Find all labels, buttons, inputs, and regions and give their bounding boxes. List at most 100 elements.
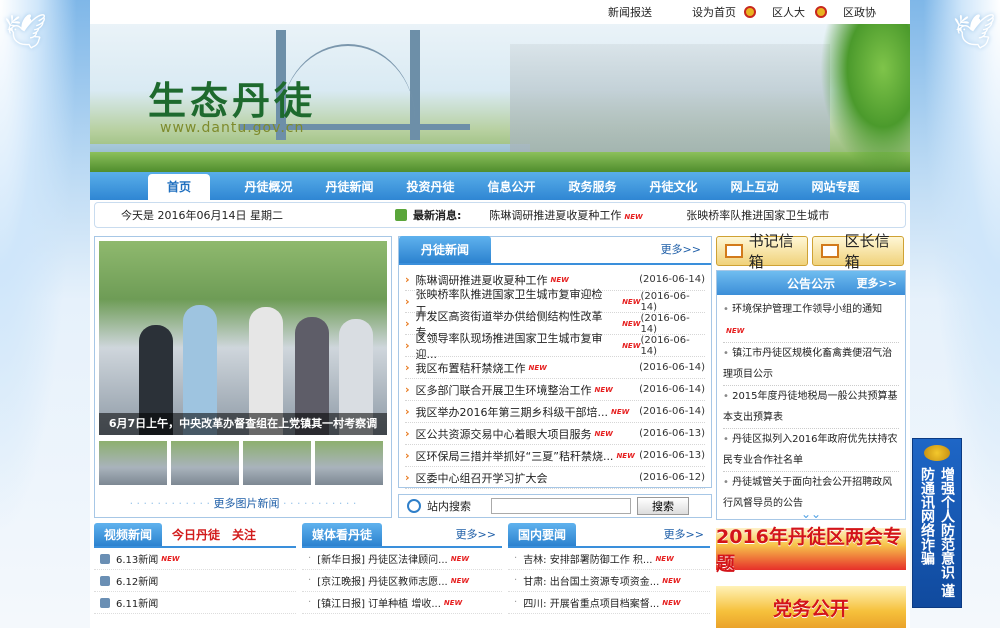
link-cppcc[interactable]: 区政协 xyxy=(843,4,876,20)
media-row[interactable]: · [京江晚报] 丹徒区教师志愿... NEW xyxy=(302,570,502,592)
notice-item[interactable]: 丹徒城管关于面向社会公开招聘政风行风督导员的公告 xyxy=(723,472,899,509)
site-logo-title[interactable]: 生态丹徒 xyxy=(148,70,316,125)
notice-item[interactable]: 环境保护管理工作领导小组的通知 NEW xyxy=(723,299,899,343)
mayor-mailbox-label[interactable]: 区长信箱 xyxy=(845,230,903,272)
link-set-homepage[interactable]: 设为首页 xyxy=(692,4,736,20)
news-title-text[interactable]: 我区举办2016年第三期乡科级干部培... xyxy=(416,404,608,420)
video-icon xyxy=(100,553,110,564)
photo-thumbnail[interactable] xyxy=(315,441,383,485)
main-nav: 首页 丹徒概况 丹徒新闻 投资丹徒 信息公开 政务服务 丹徒文化 网上互动 网站… xyxy=(90,172,910,200)
site-url: www.dantu.gov.cn xyxy=(160,120,305,136)
video-row[interactable]: 6.13新闻 NEW xyxy=(94,548,296,570)
nav-info-public[interactable]: 信息公开 xyxy=(471,174,552,200)
news-marquee: 陈琳调研推进夏收夏种工作 NEW 张映桥率队推进国家卫生城市 xyxy=(489,207,849,223)
news-title-text[interactable]: 区多部门联合开展卫生环境整治工作 xyxy=(416,382,592,398)
photo-thumbnail[interactable] xyxy=(99,441,167,485)
domestic-row[interactable]: · 四川: 开展省重点项目档案督... NEW xyxy=(508,592,710,614)
party-affairs-banner[interactable]: 党务公开 xyxy=(716,586,906,628)
news-title-text[interactable]: 区环保局三措并举抓好“三夏”秸秆禁烧... xyxy=(416,448,614,464)
new-badge: NEW xyxy=(622,319,641,328)
nav-culture[interactable]: 丹徒文化 xyxy=(633,174,714,200)
domestic-more-link[interactable]: 更多>> xyxy=(658,526,710,546)
nav-services[interactable]: 政务服务 xyxy=(552,174,633,200)
more-photo-news-link[interactable]: · · · · · · · · · · · · 更多图片新闻 · · · · ·… xyxy=(99,495,387,511)
nav-interaction[interactable]: 网上互动 xyxy=(714,174,795,200)
tab-focus[interactable]: 关注 xyxy=(230,523,266,546)
mayor-mailbox-button[interactable]: 区长信箱 xyxy=(812,232,904,271)
news-date: (2016-06-14) xyxy=(640,312,690,335)
news-row[interactable]: 区委中心组召开学习扩大会 (2016-06-12) xyxy=(405,467,705,489)
new-badge: NEW xyxy=(594,385,613,394)
photo-thumbnail[interactable] xyxy=(171,441,239,485)
media-title[interactable]: 媒体看丹徒 xyxy=(302,523,383,546)
current-date: 今天是 2016年06月14日 星期二 xyxy=(121,209,283,222)
media-more-link[interactable]: 更多>> xyxy=(450,526,502,546)
news-row[interactable]: 区领导率队现场推进国家卫生城市复审迎...NEW(2016-06-14) xyxy=(405,332,705,361)
news-row[interactable]: 区多部门联合开展卫生环境整治工作NEW (2016-06-14) xyxy=(405,379,705,401)
media-item-text[interactable]: [镇江日报] 订单种植 增收... xyxy=(317,595,441,610)
news-list: 陈琳调研推进夏收夏种工作NEW(2016-06-14) 张映桥率队推进国家卫生城… xyxy=(399,265,711,493)
media-item-text[interactable]: [新华日报] 丹徒区法律顾问... xyxy=(317,551,448,566)
news-row[interactable]: 区公共资源交易中心着眼大项目服务NEW (2016-06-13) xyxy=(405,423,705,445)
domestic-item-text[interactable]: 四川: 开展省重点项目档案督... xyxy=(523,595,659,610)
envelope-icon xyxy=(821,244,839,258)
notice-item[interactable]: 镇江市丹徒区规模化畜禽粪便沼气治理项目公示 xyxy=(723,343,899,386)
anti-fraud-floating-banner[interactable]: 增强个人防范意识 谨防通讯网络诈骗 xyxy=(912,438,962,608)
notice-more-link[interactable]: 更多>> xyxy=(857,275,897,291)
nav-overview[interactable]: 丹徒概况 xyxy=(228,174,309,200)
marquee-item[interactable]: 陈琳调研推进夏收夏种工作 NEW xyxy=(489,209,642,222)
news-date: (2016-06-14) xyxy=(639,384,705,395)
video-title[interactable]: 6.12新闻 xyxy=(116,573,158,588)
site-search: 站内搜索 搜索 xyxy=(398,494,712,518)
news-title-text[interactable]: 区领导率队现场推进国家卫生城市复审迎... xyxy=(416,330,620,362)
news-title-text[interactable]: 区委中心组召开学习扩大会 xyxy=(416,470,548,486)
nav-invest[interactable]: 投资丹徒 xyxy=(390,174,471,200)
domestic-row[interactable]: · 甘肃: 出台国土资源专项资金... NEW xyxy=(508,570,710,592)
bullet-icon: · xyxy=(514,553,518,564)
video-row[interactable]: 6.11新闻 xyxy=(94,592,296,614)
notice-item-text[interactable]: 环境保护管理工作领导小组的通知 xyxy=(732,304,882,315)
tab-today-dantu[interactable]: 今日丹徒 xyxy=(162,523,230,546)
news-row[interactable]: 我区举办2016年第三期乡科级干部培...NEW (2016-06-14) xyxy=(405,401,705,423)
news-more-link[interactable]: 更多>> xyxy=(661,241,701,263)
nav-news[interactable]: 丹徒新闻 xyxy=(309,174,390,200)
domestic-title[interactable]: 国内要闻 xyxy=(508,523,577,546)
notice-title[interactable]: 公告公示 xyxy=(787,275,835,292)
marquee-item-text[interactable]: 陈琳调研推进夏收夏种工作 xyxy=(489,209,621,222)
news-title[interactable]: 丹徒新闻 xyxy=(399,236,492,263)
more-photo-news-text[interactable]: 更多图片新闻 xyxy=(213,497,279,510)
scroll-down-icon[interactable]: ⌄⌄ xyxy=(717,508,905,520)
photo-thumbnail[interactable] xyxy=(243,441,311,485)
news-title-text[interactable]: 我区布置秸秆禁烧工作 xyxy=(416,360,526,376)
media-item-text[interactable]: [京江晚报] 丹徒区教师志愿... xyxy=(317,573,448,588)
nav-topics[interactable]: 网站专题 xyxy=(795,174,876,200)
domestic-item-text[interactable]: 吉林: 安排部署防御工作 积... xyxy=(523,551,652,566)
video-row[interactable]: 6.12新闻 xyxy=(94,570,296,592)
video-title[interactable]: 6.13新闻 xyxy=(116,551,158,566)
media-row[interactable]: · [镇江日报] 订单种植 增收... NEW xyxy=(302,592,502,614)
news-row[interactable]: 区环保局三措并举抓好“三夏”秸秆禁烧...NEW (2016-06-13) xyxy=(405,445,705,467)
news-date: (2016-06-14) xyxy=(640,290,690,313)
video-title[interactable]: 6.11新闻 xyxy=(116,595,158,610)
news-date: (2016-06-13) xyxy=(639,428,705,439)
search-button[interactable]: 搜索 xyxy=(637,497,689,515)
tab-video-news[interactable]: 视频新闻 xyxy=(94,523,163,546)
search-input[interactable] xyxy=(491,498,631,514)
link-npc[interactable]: 区人大 xyxy=(772,4,805,20)
news-title-text[interactable]: 区公共资源交易中心着眼大项目服务 xyxy=(416,426,592,442)
secretary-mailbox-label[interactable]: 书记信箱 xyxy=(749,230,807,272)
photo-caption[interactable]: 6月7日上午，中央改革办督查组在上党镇其一村考察调 xyxy=(99,413,387,435)
photo-news-main-image[interactable]: 6月7日上午，中央改革办督查组在上党镇其一村考察调 xyxy=(99,241,387,435)
notice-item[interactable]: 丹徒区拟列入2016年政府优先扶持农民专业合作社名单 xyxy=(723,429,899,472)
notice-item[interactable]: 2015年度丹徒地税局一般公共预算基本支出预算表 xyxy=(723,386,899,429)
new-badge: NEW xyxy=(594,429,613,438)
two-sessions-banner[interactable]: 2016年丹徒区两会专题 xyxy=(716,526,906,575)
link-news-submit[interactable]: 新闻报送 xyxy=(608,4,652,20)
domestic-item-text[interactable]: 甘肃: 出台国土资源专项资金... xyxy=(523,573,659,588)
secretary-mailbox-button[interactable]: 书记信箱 xyxy=(716,232,808,271)
media-row[interactable]: · [新华日报] 丹徒区法律顾问... NEW xyxy=(302,548,502,570)
nav-home[interactable]: 首页 xyxy=(148,174,210,200)
anti-fraud-text[interactable]: 增强个人防范意识 谨防通讯网络诈骗 xyxy=(917,467,957,607)
marquee-item[interactable]: 张映桥率队推进国家卫生城市 xyxy=(686,209,829,222)
domestic-row[interactable]: · 吉林: 安排部署防御工作 积... NEW xyxy=(508,548,710,570)
